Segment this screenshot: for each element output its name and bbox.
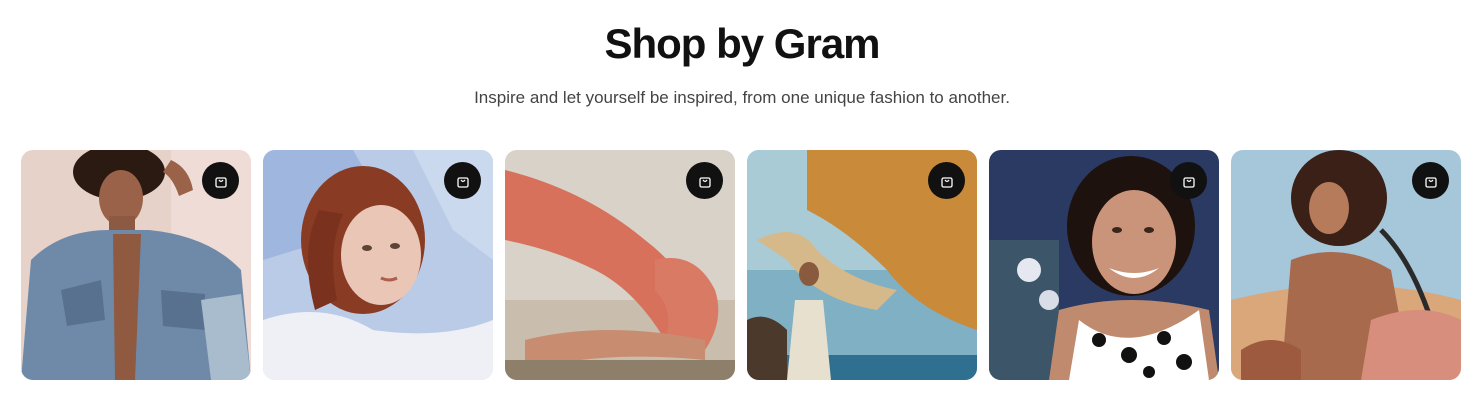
- add-to-cart-button[interactable]: [928, 162, 965, 199]
- gram-gallery: [21, 150, 1461, 380]
- gram-card-3[interactable]: [505, 150, 735, 380]
- gram-card-4[interactable]: [747, 150, 977, 380]
- section-title: Shop by Gram: [604, 20, 880, 67]
- add-to-cart-button[interactable]: [1170, 162, 1207, 199]
- gram-card-5[interactable]: [989, 150, 1219, 380]
- shopping-bag-icon: [456, 176, 469, 188]
- add-to-cart-button[interactable]: [1412, 162, 1449, 199]
- shopping-bag-icon: [214, 176, 227, 188]
- shopping-bag-icon: [698, 176, 711, 188]
- add-to-cart-button[interactable]: [444, 162, 481, 199]
- shopping-bag-icon: [1182, 176, 1195, 188]
- add-to-cart-button[interactable]: [686, 162, 723, 199]
- gram-card-6[interactable]: [1231, 150, 1461, 380]
- section-subtitle: Inspire and let yourself be inspired, fr…: [474, 88, 1010, 107]
- shopping-bag-icon: [1424, 176, 1437, 188]
- shop-by-gram-section: Shop by Gram Inspire and let yourself be…: [0, 0, 1484, 418]
- shopping-bag-icon: [940, 176, 953, 188]
- gram-card-2[interactable]: [263, 150, 493, 380]
- add-to-cart-button[interactable]: [202, 162, 239, 199]
- gram-card-1[interactable]: [21, 150, 251, 380]
